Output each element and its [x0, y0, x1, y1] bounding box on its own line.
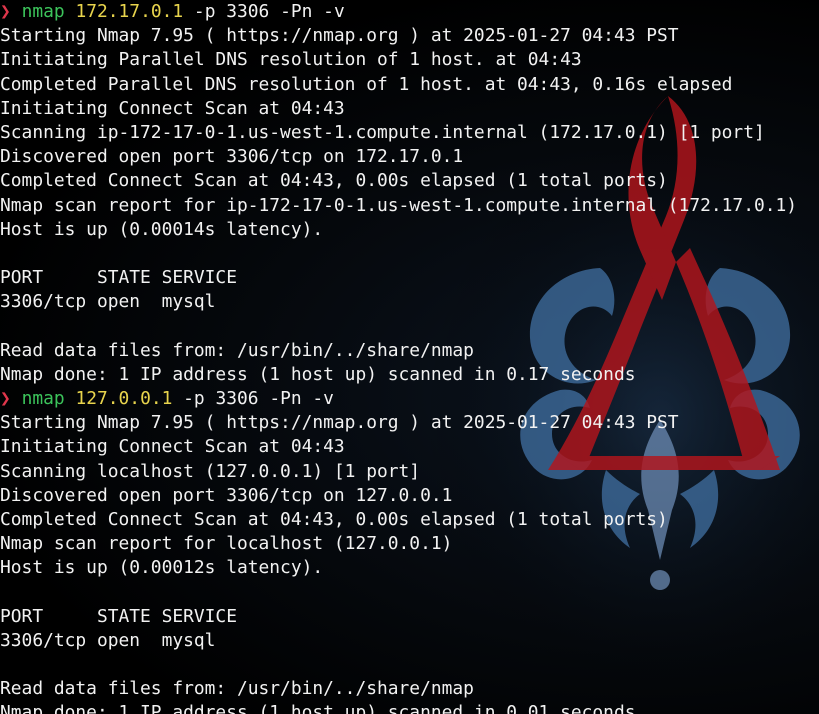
prompt-line[interactable]: ❯ nmap 172.17.0.1 -p 3306 -Pn -v — [0, 0, 819, 24]
command-args: -p 3306 -Pn -v — [172, 388, 334, 409]
output-line: Completed Connect Scan at 04:43, 0.00s e… — [0, 170, 668, 192]
chevron-right-icon: ❯ — [0, 388, 11, 409]
prompt-line[interactable]: ❯ nmap 127.0.0.1 -p 3306 -Pn -v — [0, 387, 819, 411]
output-line: Completed Connect Scan at 04:43, 0.00s e… — [0, 508, 668, 530]
command-name: nmap — [21, 388, 65, 409]
output-line: Nmap scan report for localhost (127.0.0.… — [0, 533, 453, 555]
port-table-row: 3306/tcp open mysql — [0, 291, 216, 313]
chevron-right-icon: ❯ — [0, 1, 11, 22]
output-line: Discovered open port 3306/tcp on 127.0.0… — [0, 484, 453, 506]
command-target: 172.17.0.1 — [75, 1, 184, 22]
output-line: Initiating Parallel DNS resolution of 1 … — [0, 49, 582, 71]
output-line: Starting Nmap 7.95 ( https://nmap.org ) … — [0, 25, 679, 47]
output-line: Starting Nmap 7.95 ( https://nmap.org ) … — [0, 412, 679, 434]
command-name: nmap — [21, 1, 65, 22]
output-line: Nmap scan report for ip-172-17-0-1.us-we… — [0, 194, 798, 216]
command-target: 127.0.0.1 — [75, 388, 173, 409]
output-line: Read data files from: /usr/bin/../share/… — [0, 339, 474, 361]
terminal-window[interactable]: ❯ nmap 172.17.0.1 -p 3306 -Pn -v Starting… — [0, 0, 819, 714]
output-line: Scanning localhost (127.0.0.1) [1 port] — [0, 460, 421, 482]
port-table-row: 3306/tcp open mysql — [0, 629, 216, 651]
output-line: Completed Parallel DNS resolution of 1 h… — [0, 73, 733, 95]
output-line: Initiating Connect Scan at 04:43 — [0, 97, 345, 119]
terminal-output: ❯ nmap 172.17.0.1 -p 3306 -Pn -v Starting… — [0, 0, 819, 714]
output-line: Nmap done: 1 IP address (1 host up) scan… — [0, 363, 636, 385]
output-line: Host is up (0.00012s latency). — [0, 557, 324, 579]
output-line: Initiating Connect Scan at 04:43 — [0, 436, 345, 458]
output-line: Discovered open port 3306/tcp on 172.17.… — [0, 146, 464, 168]
output-line: Scanning ip-172-17-0-1.us-west-1.compute… — [0, 121, 765, 143]
output-line: Nmap done: 1 IP address (1 host up) scan… — [0, 702, 636, 714]
port-table-header: PORT STATE SERVICE — [0, 605, 237, 627]
command-args: -p 3306 -Pn -v — [183, 1, 345, 22]
output-line: Host is up (0.00014s latency). — [0, 218, 324, 240]
output-line: Read data files from: /usr/bin/../share/… — [0, 678, 474, 700]
port-table-header: PORT STATE SERVICE — [0, 267, 237, 289]
